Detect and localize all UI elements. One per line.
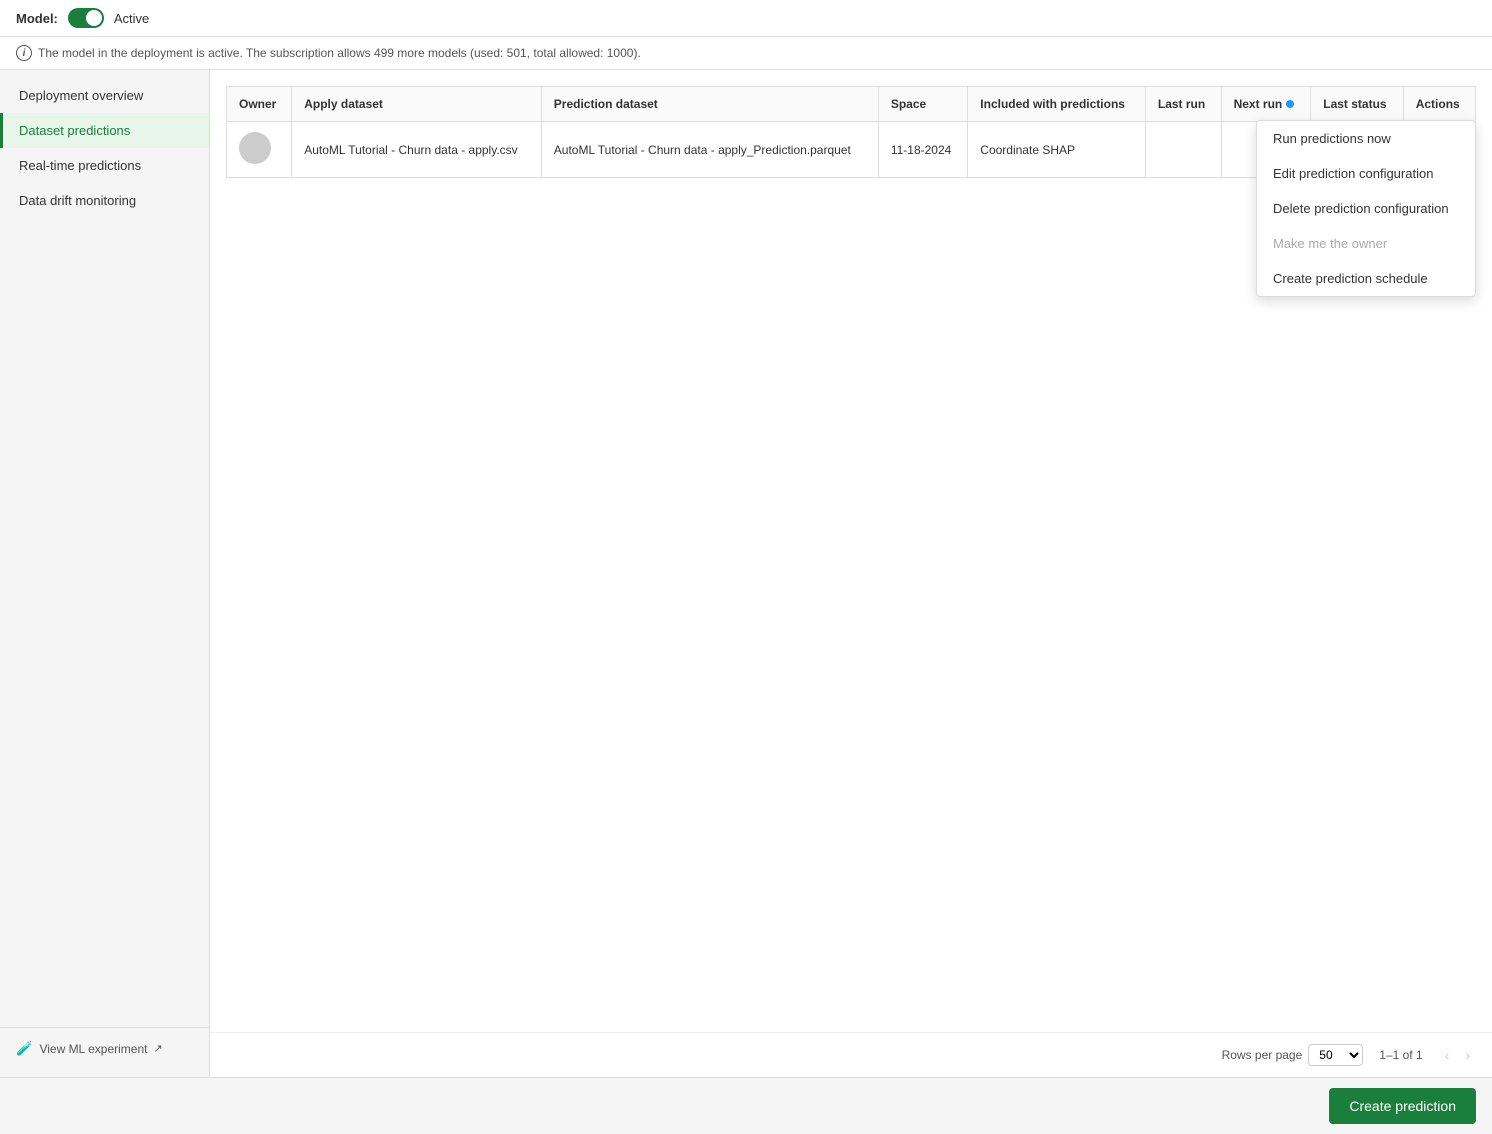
flask-icon: 🧪	[16, 1040, 33, 1057]
sidebar-item-deployment-overview[interactable]: Deployment overview	[0, 78, 209, 113]
cell-prediction-dataset: AutoML Tutorial - Churn data - apply_Pre…	[541, 122, 878, 178]
cell-included-with-predictions: Coordinate SHAP	[968, 122, 1146, 178]
dropdown-item-edit-prediction-config[interactable]: Edit prediction configuration	[1257, 156, 1475, 191]
info-bar: i The model in the deployment is active.…	[0, 37, 1492, 70]
view-ml-experiment-label: View ML experiment	[39, 1042, 147, 1056]
top-bar: Model: Active	[0, 0, 1492, 37]
model-toggle[interactable]	[68, 8, 104, 28]
info-icon: i	[16, 45, 32, 61]
cell-last-run	[1145, 122, 1221, 178]
col-apply-dataset: Apply dataset	[292, 87, 542, 122]
col-space: Space	[878, 87, 967, 122]
cell-owner	[227, 122, 292, 178]
sidebar: Deployment overview Dataset predictions …	[0, 70, 210, 1077]
col-actions: Actions	[1403, 87, 1475, 122]
table-footer: Rows per page 50 25 100 1–1 of 1 ‹ ›	[210, 1032, 1492, 1077]
table-container: Owner Apply dataset Prediction dataset S…	[210, 70, 1492, 1032]
external-link-icon: ↗	[153, 1042, 162, 1055]
dropdown-item-run-predictions-now[interactable]: Run predictions now	[1257, 121, 1475, 156]
rows-per-page-label: Rows per page	[1222, 1048, 1303, 1062]
rows-per-page-control: Rows per page 50 25 100	[1222, 1044, 1364, 1066]
model-label: Model:	[16, 11, 58, 26]
dropdown-item-make-me-owner: Make me the owner	[1257, 226, 1475, 261]
sidebar-item-realtime-predictions[interactable]: Real-time predictions	[0, 148, 209, 183]
info-message: The model in the deployment is active. T…	[38, 46, 641, 60]
col-last-run: Last run	[1145, 87, 1221, 122]
create-prediction-button[interactable]: Create prediction	[1329, 1088, 1476, 1124]
content-area: Owner Apply dataset Prediction dataset S…	[210, 70, 1492, 1077]
col-next-run[interactable]: Next run	[1221, 87, 1311, 122]
pagination-nav: ‹ ›	[1439, 1043, 1476, 1067]
page-info: 1–1 of 1	[1379, 1048, 1422, 1062]
bottom-bar: Create prediction	[0, 1077, 1492, 1134]
rows-per-page-select[interactable]: 50 25 100	[1308, 1044, 1363, 1066]
prev-page-button[interactable]: ‹	[1439, 1043, 1456, 1067]
sidebar-nav: Deployment overview Dataset predictions …	[0, 78, 209, 1027]
col-last-status: Last status	[1311, 87, 1403, 122]
view-ml-experiment-link[interactable]: 🧪 View ML experiment ↗	[0, 1027, 209, 1069]
cell-apply-dataset: AutoML Tutorial - Churn data - apply.csv	[292, 122, 542, 178]
dropdown-item-create-prediction-schedule[interactable]: Create prediction schedule	[1257, 261, 1475, 296]
sidebar-item-data-drift-monitoring[interactable]: Data drift monitoring	[0, 183, 209, 218]
cell-space: 11-18-2024	[878, 122, 967, 178]
col-owner: Owner	[227, 87, 292, 122]
next-page-button[interactable]: ›	[1459, 1043, 1476, 1067]
col-included-with-predictions: Included with predictions	[968, 87, 1146, 122]
active-label: Active	[114, 11, 149, 26]
dropdown-item-delete-prediction-config[interactable]: Delete prediction configuration	[1257, 191, 1475, 226]
dropdown-menu: Run predictions now Edit prediction conf…	[1256, 120, 1476, 297]
col-prediction-dataset: Prediction dataset	[541, 87, 878, 122]
sort-indicator	[1286, 100, 1294, 108]
sidebar-item-dataset-predictions[interactable]: Dataset predictions	[0, 113, 209, 148]
avatar	[239, 132, 271, 164]
